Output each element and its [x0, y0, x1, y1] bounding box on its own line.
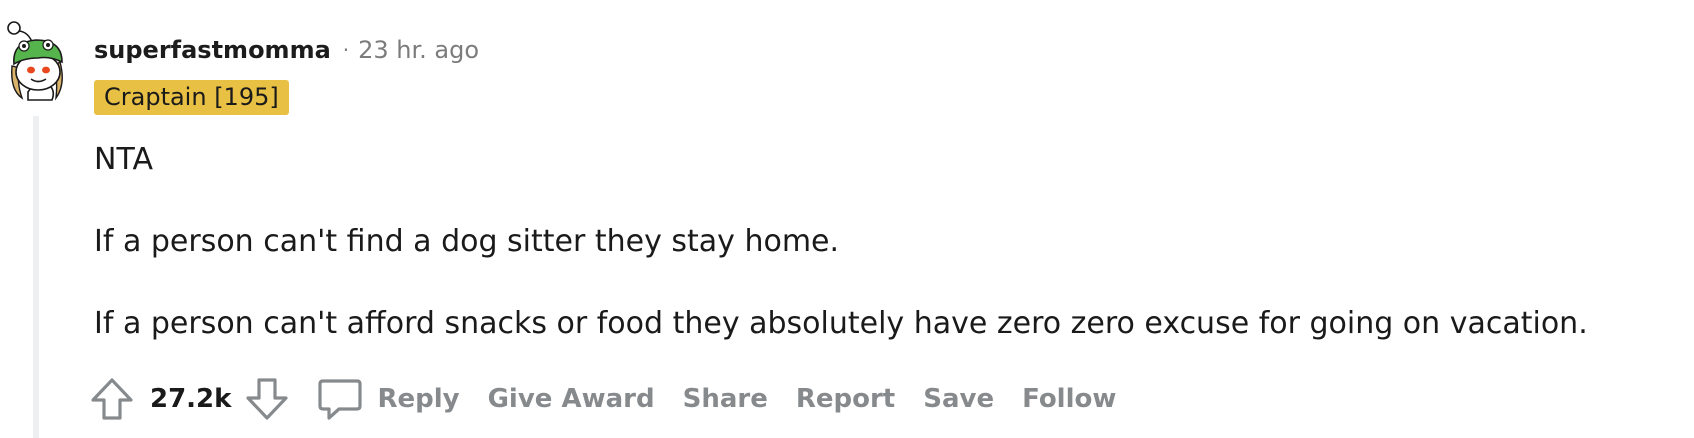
thread-line[interactable] — [33, 116, 39, 438]
share-button[interactable]: Share — [683, 384, 768, 414]
comment-paragraph: If a person can't find a dog sitter they… — [94, 224, 840, 259]
username[interactable]: superfastmomma — [94, 36, 331, 64]
comment-action-bar: 27.2k Reply Give Award Share Report Save… — [88, 374, 1116, 424]
upvote-arrow-icon[interactable] — [88, 375, 136, 423]
avatar[interactable] — [6, 18, 66, 102]
meta-separator: · — [342, 38, 350, 62]
comment-header: superfastmomma · 23 hr. ago — [94, 30, 479, 70]
follow-button[interactable]: Follow — [1022, 384, 1116, 414]
user-flair: Craptain [195] — [94, 80, 289, 115]
comment-paragraph: If a person can't afford snacks or food … — [94, 306, 1588, 341]
report-button[interactable]: Report — [796, 384, 895, 414]
reply-button[interactable]: Reply — [317, 376, 460, 422]
save-button[interactable]: Save — [923, 384, 994, 414]
timestamp[interactable]: 23 hr. ago — [358, 36, 479, 64]
give-award-button[interactable]: Give Award — [488, 384, 655, 414]
downvote-arrow-icon[interactable] — [243, 375, 291, 423]
comment-bubble-icon — [318, 379, 363, 420]
reply-label: Reply — [377, 384, 460, 414]
comment-paragraph: NTA — [94, 142, 153, 177]
vote-score: 27.2k — [150, 384, 232, 414]
